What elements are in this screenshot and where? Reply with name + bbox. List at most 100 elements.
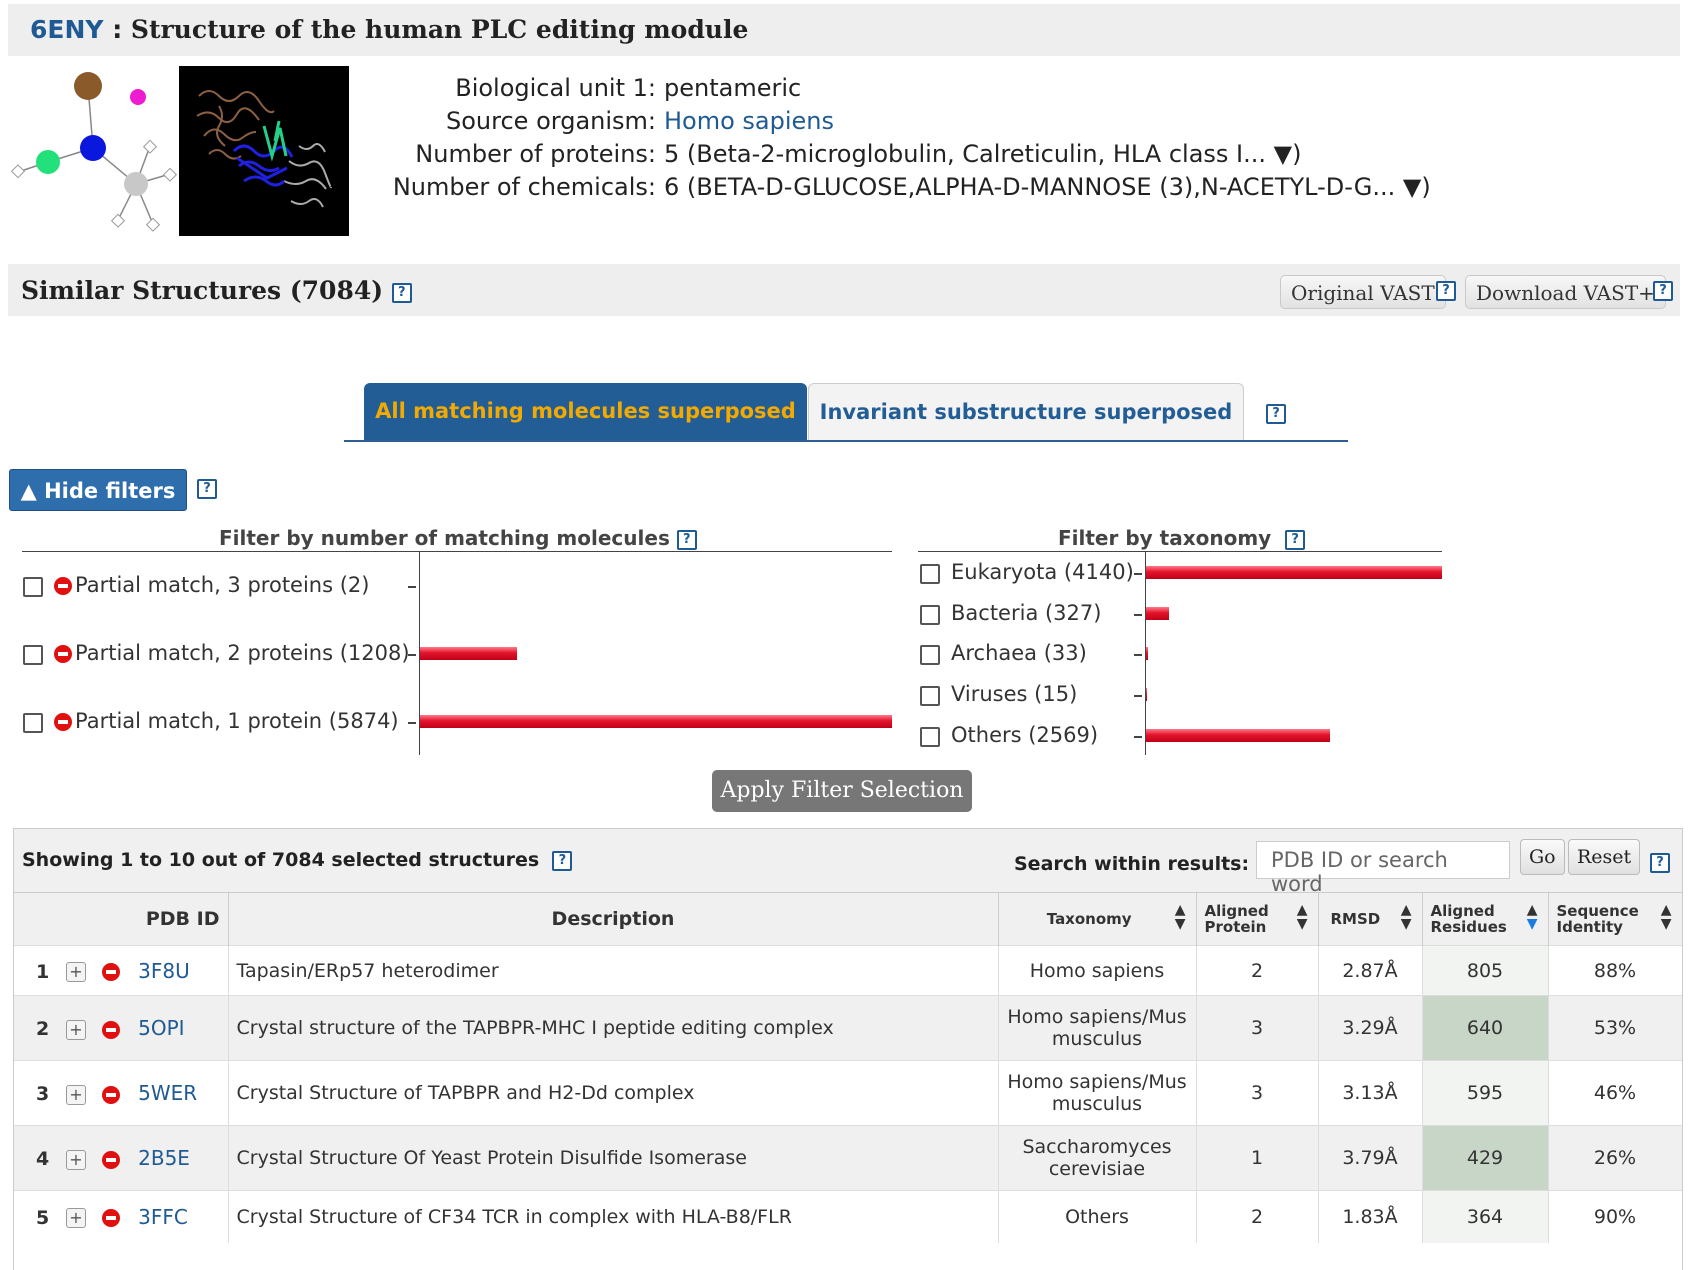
remove-icon[interactable] bbox=[102, 963, 120, 981]
filter-bar bbox=[1146, 688, 1147, 701]
apply-filter-button[interactable]: Apply Filter Selection bbox=[712, 770, 972, 812]
filter-bar bbox=[420, 715, 892, 728]
graph-node-brown bbox=[74, 72, 102, 100]
taxonomy-filter-title: Filter by taxonomy ? bbox=[1058, 526, 1306, 550]
row-number: 2 bbox=[36, 1018, 50, 1040]
remove-icon[interactable] bbox=[54, 713, 72, 731]
checkbox[interactable] bbox=[920, 564, 940, 584]
help-icon[interactable]: ? bbox=[1653, 281, 1673, 301]
filter-bar bbox=[420, 647, 517, 660]
remove-icon[interactable] bbox=[54, 577, 72, 595]
remove-icon[interactable] bbox=[102, 1085, 120, 1104]
expand-icon[interactable]: + bbox=[66, 1149, 86, 1170]
checkbox[interactable] bbox=[920, 727, 940, 747]
pdb-link[interactable]: 2B5E bbox=[138, 1146, 190, 1170]
help-icon[interactable]: ? bbox=[676, 529, 697, 550]
row-sequence-identity: 46% bbox=[1548, 1060, 1682, 1126]
chemicals-label: Number of chemicals: bbox=[392, 173, 656, 201]
tab-all-matching[interactable]: All matching molecules superposed bbox=[364, 383, 807, 440]
sort-icon[interactable]: ▲ ▼ bbox=[1297, 903, 1308, 931]
structure-title: Structure of the human PLC editing modul… bbox=[130, 15, 749, 44]
sort-icon[interactable]: ▲ ▼ bbox=[1661, 903, 1672, 931]
filter-label: Bacteria (327) bbox=[951, 601, 1102, 625]
remove-icon[interactable] bbox=[102, 1150, 120, 1169]
molecule-graph[interactable] bbox=[8, 64, 178, 244]
remove-icon[interactable] bbox=[102, 1209, 120, 1228]
row-taxonomy: Others bbox=[998, 1190, 1197, 1243]
sort-icon[interactable]: ▲ ▼ bbox=[1401, 903, 1412, 931]
filter-label: Others (2569) bbox=[951, 723, 1099, 747]
help-icon[interactable]: ? bbox=[1266, 404, 1286, 424]
graph-node-gray bbox=[124, 172, 148, 196]
checkbox[interactable] bbox=[23, 577, 43, 597]
download-vast-button[interactable]: Download VAST+ bbox=[1465, 275, 1666, 309]
column-sequence-identity[interactable]: Sequence Identity ▲ ▼ bbox=[1548, 892, 1682, 946]
pdb-link[interactable]: 5WER bbox=[138, 1081, 197, 1105]
filter-bar bbox=[1146, 607, 1169, 620]
checkbox[interactable] bbox=[920, 686, 940, 706]
column-aligned-protein[interactable]: Aligned Protein ▲ ▼ bbox=[1196, 892, 1319, 946]
checkbox[interactable] bbox=[920, 645, 940, 665]
help-icon[interactable]: ? bbox=[1436, 281, 1456, 301]
axis-tick bbox=[1134, 573, 1142, 575]
pdb-link[interactable]: 3F8U bbox=[138, 959, 190, 983]
sort-icon[interactable]: ▲ ▼ bbox=[1175, 903, 1186, 931]
results-count: Showing 1 to 10 out of 7084 selected str… bbox=[22, 849, 573, 871]
checkbox[interactable] bbox=[920, 605, 940, 625]
column-aligned-residues[interactable]: Aligned Residues ▲ ▼ bbox=[1422, 892, 1549, 946]
structure-thumbnail[interactable] bbox=[179, 66, 349, 236]
help-icon[interactable]: ? bbox=[1285, 529, 1306, 550]
chemicals-value[interactable]: 6 (BETA-D-GLUCOSE,ALPHA-D-MANNOSE (3),N-… bbox=[664, 171, 1431, 204]
table-row: 5 + 3FFC Crystal Structure of CF34 TCR in… bbox=[14, 1190, 1682, 1243]
pdb-id-link[interactable]: 6ENY bbox=[30, 15, 104, 44]
title-separator: : bbox=[103, 15, 131, 44]
reset-button[interactable]: Reset bbox=[1568, 839, 1641, 875]
expand-icon[interactable]: + bbox=[66, 1084, 86, 1105]
row-description: Tapasin/ERp57 heterodimer bbox=[228, 945, 999, 996]
results-header: Showing 1 to 10 out of 7084 selected str… bbox=[14, 829, 1682, 896]
row-sequence-identity: 90% bbox=[1548, 1190, 1682, 1243]
original-vast-button[interactable]: Original VAST bbox=[1280, 275, 1446, 309]
results-panel: Showing 1 to 10 out of 7084 selected str… bbox=[13, 828, 1683, 1270]
row-taxonomy: Saccharomyces cerevisiae bbox=[998, 1125, 1197, 1191]
search-input[interactable]: PDB ID or search word bbox=[1256, 841, 1510, 896]
help-icon[interactable]: ? bbox=[552, 850, 573, 871]
row-rmsd: 3.13Å bbox=[1318, 1060, 1423, 1126]
filter-bar bbox=[1146, 566, 1442, 579]
help-icon[interactable]: ? bbox=[1650, 853, 1670, 873]
help-icon[interactable]: ? bbox=[197, 479, 217, 499]
filter-label: Partial match, 3 proteins (2) bbox=[75, 573, 370, 597]
column-pdb-id[interactable]: PDB ID bbox=[14, 892, 229, 946]
filter-label: Partial match, 1 protein (5874) bbox=[75, 709, 399, 733]
pdb-link[interactable]: 5OPI bbox=[138, 1016, 184, 1040]
remove-icon[interactable] bbox=[54, 645, 72, 663]
expand-icon[interactable]: + bbox=[66, 1208, 86, 1229]
results-table: PDB ID Description Taxonomy ▲ ▼ Aligned Pr… bbox=[14, 892, 1682, 1243]
organism-link[interactable]: Homo sapiens bbox=[664, 105, 834, 138]
go-button[interactable]: Go bbox=[1520, 839, 1565, 875]
tab-invariant-substructure[interactable]: Invariant substructure superposed bbox=[808, 383, 1244, 440]
sort-icon[interactable]: ▲ ▼ bbox=[1527, 903, 1538, 931]
hide-filters-button[interactable]: ▲ Hide filters bbox=[9, 469, 187, 511]
axis-tick bbox=[408, 586, 416, 588]
column-rmsd[interactable]: RMSD ▲ ▼ bbox=[1318, 892, 1423, 946]
column-description[interactable]: Description bbox=[228, 892, 999, 946]
row-aligned-protein: 1 bbox=[1196, 1125, 1319, 1191]
filter-label: Eukaryota (4140) bbox=[951, 560, 1134, 584]
table-row: 2 + 5OPI Crystal structure of the TAPBPR-… bbox=[14, 995, 1682, 1061]
graph-node-green bbox=[36, 150, 60, 174]
pdb-link[interactable]: 3FFC bbox=[138, 1205, 188, 1229]
remove-icon[interactable] bbox=[102, 1020, 120, 1039]
row-rmsd: 3.29Å bbox=[1318, 995, 1423, 1061]
help-icon[interactable]: ? bbox=[391, 282, 412, 303]
row-taxonomy: Homo sapiens/Mus musculus bbox=[998, 1060, 1197, 1126]
proteins-value[interactable]: 5 (Beta-2-microglobulin, Calreticulin, H… bbox=[664, 138, 1301, 171]
column-taxonomy[interactable]: Taxonomy ▲ ▼ bbox=[998, 892, 1197, 946]
filter-label: Viruses (15) bbox=[951, 682, 1078, 706]
checkbox[interactable] bbox=[23, 645, 43, 665]
expand-icon[interactable]: + bbox=[66, 962, 86, 982]
row-aligned-protein: 3 bbox=[1196, 1060, 1319, 1126]
expand-icon[interactable]: + bbox=[66, 1019, 86, 1040]
similar-structures-title: Similar Structures (7084) ? bbox=[21, 276, 412, 305]
checkbox[interactable] bbox=[23, 713, 43, 733]
